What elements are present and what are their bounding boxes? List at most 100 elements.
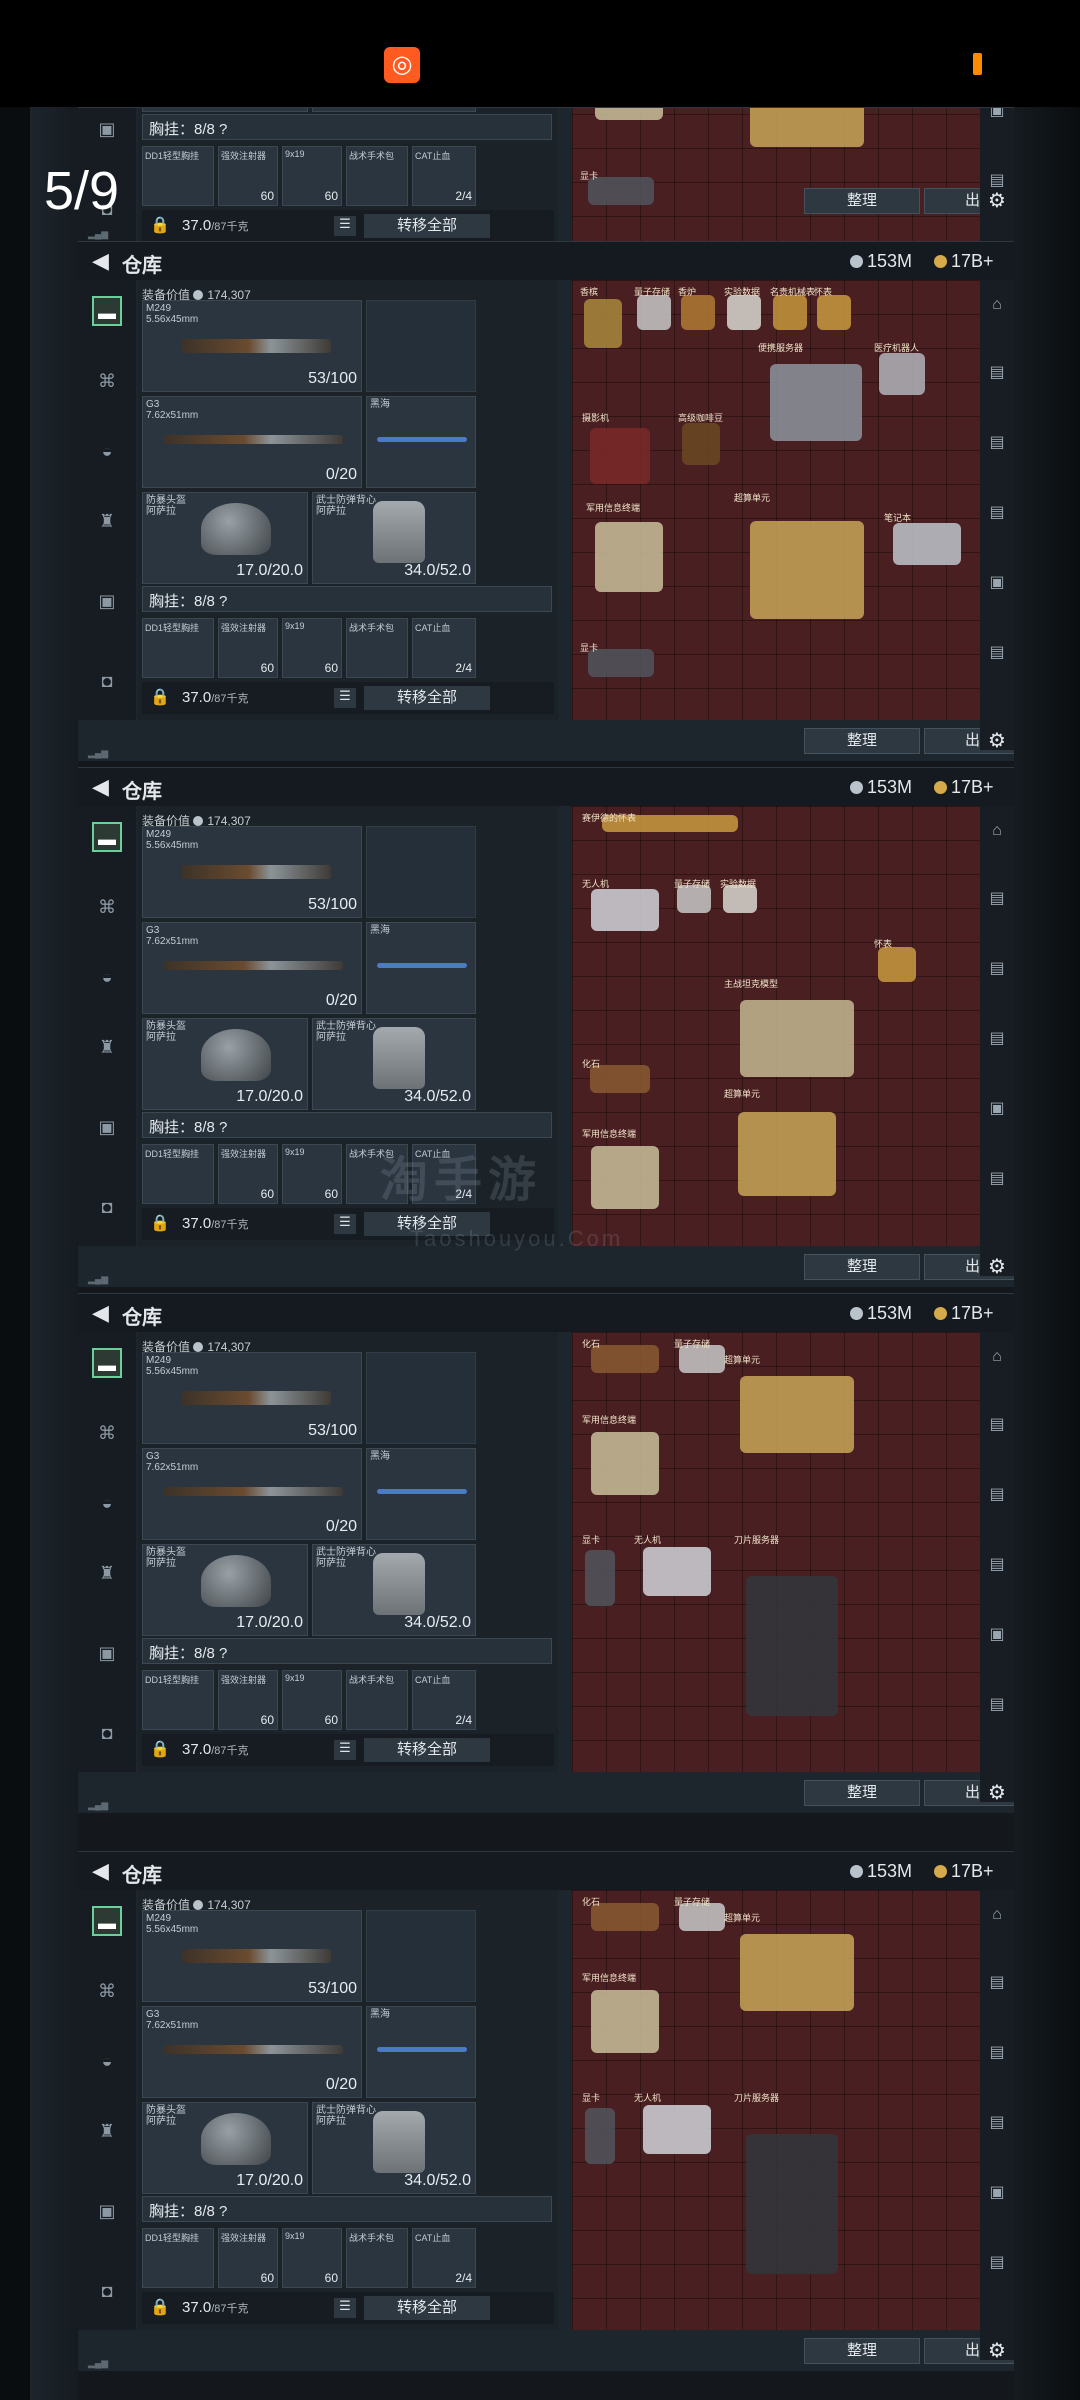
stash-item[interactable]: 医疗机器人 <box>872 340 932 400</box>
helmet-category-icon[interactable]: ◒ <box>92 436 122 466</box>
medicine-category-icon[interactable]: ♜ <box>92 2116 122 2146</box>
stash-item[interactable]: 无人机 <box>580 876 670 936</box>
stash-item[interactable]: 显卡 <box>580 2090 620 2170</box>
backpack-category-icon[interactable]: ▣ <box>92 1638 122 1668</box>
sort-button[interactable]: 整理 <box>804 728 920 754</box>
stash-item[interactable]: 刀片服务器 <box>732 2090 852 2290</box>
list-icon[interactable]: ☰ <box>334 688 356 708</box>
transfer-all-button[interactable]: 转移全部 <box>364 214 490 238</box>
list-icon[interactable]: ☰ <box>334 2298 356 2318</box>
stash-item[interactable]: 显卡 <box>578 640 664 680</box>
pouch-slot[interactable]: 强效注射器 60 <box>218 2228 278 2288</box>
melee-slot[interactable]: 黑海 <box>366 2006 476 2098</box>
melee-slot[interactable]: 黑海 <box>366 1448 476 1540</box>
sort-button[interactable]: 整理 <box>804 188 920 214</box>
chevron-left-icon[interactable]: ◀ <box>92 1858 109 1884</box>
stash-item[interactable]: 量子存储 <box>672 876 716 916</box>
list-icon[interactable]: ☰ <box>334 216 356 236</box>
stash-item[interactable]: 赛伊德的怀表 <box>580 810 760 834</box>
lock-icon[interactable]: 🔒 <box>150 1213 170 1233</box>
pouch-slot[interactable]: CAT止血 2/4 <box>412 2228 476 2288</box>
primary-weapon-slot[interactable]: M249 5.56x45mm 53/100 <box>142 826 362 918</box>
stash-item[interactable]: 便携服务器 <box>756 340 876 450</box>
stash-item[interactable]: 超算单元 <box>722 1086 852 1206</box>
stash-item[interactable]: 量子存储 <box>632 284 676 334</box>
stash-item[interactable]: 香炉 <box>676 284 720 334</box>
stash-grid[interactable]: 赛伊德的怀表 无人机 量子存储 实验数据 主战坦克模型 怀表 化石 超算单元 军用信息终端 <box>572 806 980 1246</box>
sort-button[interactable]: 整理 <box>804 1254 920 1280</box>
stash-item[interactable]: 超算单元 <box>732 490 882 630</box>
stash-item[interactable]: 军用信息终端 <box>580 1126 670 1216</box>
melee-slot[interactable]: 黑海 <box>366 922 476 1014</box>
pouch-slot[interactable]: DD1轻型胸挂 <box>142 1670 214 1730</box>
pouch-slot[interactable]: 9x19 60 <box>282 1670 342 1730</box>
helmet-category-icon[interactable]: ◒ <box>92 1488 122 1518</box>
stash-tab-icon[interactable]: ▣ <box>984 570 1010 596</box>
rig-category-icon[interactable]: ⌘ <box>92 1418 122 1448</box>
weapon-category-icon[interactable]: ▬ <box>92 296 122 326</box>
weapon-category-icon[interactable]: ▬ <box>92 822 122 852</box>
stash-item[interactable]: 军用信息终端 <box>584 108 674 128</box>
stash-item[interactable]: 怀表 <box>812 284 856 334</box>
case-category-icon[interactable]: ◘ <box>92 1718 122 1748</box>
transfer-all-button[interactable]: 转移全部 <box>364 1738 490 1762</box>
gear-icon[interactable]: ⚙ <box>980 1254 1014 1282</box>
transfer-all-button[interactable]: 转移全部 <box>364 2296 490 2320</box>
rig-category-icon[interactable]: ⌘ <box>92 892 122 922</box>
stash-item[interactable]: 刀片服务器 <box>732 1532 852 1732</box>
stash-item[interactable]: 无人机 <box>632 1532 722 1602</box>
stash-item[interactable]: 香槟 <box>578 284 628 354</box>
pouch-slot[interactable]: CAT止血 2/4 <box>412 1670 476 1730</box>
gear-icon[interactable]: ⚙ <box>980 188 1014 216</box>
helmet-category-icon[interactable]: ◒ <box>92 962 122 992</box>
stash-tab-icon[interactable]: ▤ <box>984 1412 1010 1438</box>
secondary-weapon-slot[interactable]: G3 7.62x51mm 0/20 <box>142 396 362 488</box>
backpack-category-icon[interactable]: ▣ <box>92 1112 122 1142</box>
stash-tab-icon[interactable]: ▣ <box>984 1096 1010 1122</box>
pouch-slot[interactable]: DD1轻型胸挂 <box>142 1144 214 1204</box>
armor-slot[interactable]: 武士防弹背心阿萨拉 34.0/52.0 <box>312 1018 476 1110</box>
helmet-slot[interactable]: 防暴头盔阿萨拉 17.0/20.0 <box>142 2102 308 2194</box>
pistol-slot[interactable] <box>366 1352 476 1444</box>
case-category-icon[interactable]: ◘ <box>92 666 122 696</box>
sort-button[interactable]: 整理 <box>804 2338 920 2364</box>
stash-tab-icon[interactable]: ▤ <box>984 1482 1010 1508</box>
stash-item[interactable]: 笔记本 <box>882 510 972 570</box>
secondary-weapon-slot[interactable]: G3 7.62x51mm 0/20 <box>142 1448 362 1540</box>
stash-item[interactable]: 怀表 <box>872 936 922 986</box>
stash-item[interactable]: 化石 <box>580 1336 670 1376</box>
stash-tab-icon[interactable]: ▤ <box>984 886 1010 912</box>
weapon-category-icon[interactable]: ▬ <box>92 1906 122 1936</box>
medicine-category-icon[interactable]: ♜ <box>92 1032 122 1062</box>
chest-rig-capacity[interactable]: 胸挂：8/8 ? <box>142 114 552 140</box>
transfer-all-button[interactable]: 转移全部 <box>364 686 490 710</box>
stash-item[interactable]: 摄影机 <box>580 410 660 490</box>
chevron-left-icon[interactable]: ◀ <box>92 774 109 800</box>
helmet-slot[interactable]: 防暴头盔阿萨拉 17.0/20.0 <box>142 1544 308 1636</box>
chest-rig-capacity[interactable]: 胸挂：8/8 ? <box>142 586 552 612</box>
chest-rig-capacity[interactable]: 胸挂：8/8 ? <box>142 1638 552 1664</box>
secondary-weapon-slot[interactable]: G3 7.62x51mm 0/20 <box>142 922 362 1014</box>
stash-tab-icon[interactable]: ⌂ <box>984 1344 1010 1370</box>
pouch-slot[interactable]: 9x19 60 <box>282 2228 342 2288</box>
stash-item[interactable]: 显卡 <box>580 1532 620 1612</box>
medicine-category-icon[interactable]: ♜ <box>92 1558 122 1588</box>
backpack-category-icon[interactable]: ▣ <box>92 586 122 616</box>
stash-tab-icon[interactable]: ▤ <box>984 360 1010 386</box>
stash-grid[interactable]: 香槟量子存储香炉实验数据名贵机械表怀表便携服务器医疗机器人摄影机高级咖啡豆军用信… <box>572 280 980 720</box>
stash-grid[interactable]: 化石 量子存储 超算单元 军用信息终端 显卡 无人机 刀片服务器 <box>572 1890 980 2330</box>
pouch-slot[interactable]: 强效注射器 60 <box>218 618 278 678</box>
stash-tab-icon[interactable]: ▤ <box>984 1026 1010 1052</box>
stash-tab-icon[interactable]: ▣ <box>984 2180 1010 2206</box>
stash-item[interactable]: 无人机 <box>632 2090 722 2160</box>
stash-grid[interactable]: 香槟量子存储香炉实验数据名贵机械表怀表便携服务器医疗机器人摄影机高级咖啡豆军用信… <box>572 108 980 242</box>
pouch-slot[interactable]: 战术手术包 <box>346 2228 408 2288</box>
case-category-icon[interactable]: ◘ <box>92 1192 122 1222</box>
pouch-slot[interactable]: 9x19 60 <box>282 618 342 678</box>
stash-tab-icon[interactable]: ▤ <box>984 500 1010 526</box>
stash-tab-icon[interactable]: ▤ <box>984 1970 1010 1996</box>
stash-tab-icon[interactable]: ▤ <box>984 1692 1010 1718</box>
armor-slot[interactable]: 武士防弹背心阿萨拉 34.0/52.0 <box>312 2102 476 2194</box>
sort-button[interactable]: 整理 <box>804 1780 920 1806</box>
pouch-slot[interactable]: 强效注射器 60 <box>218 146 278 206</box>
